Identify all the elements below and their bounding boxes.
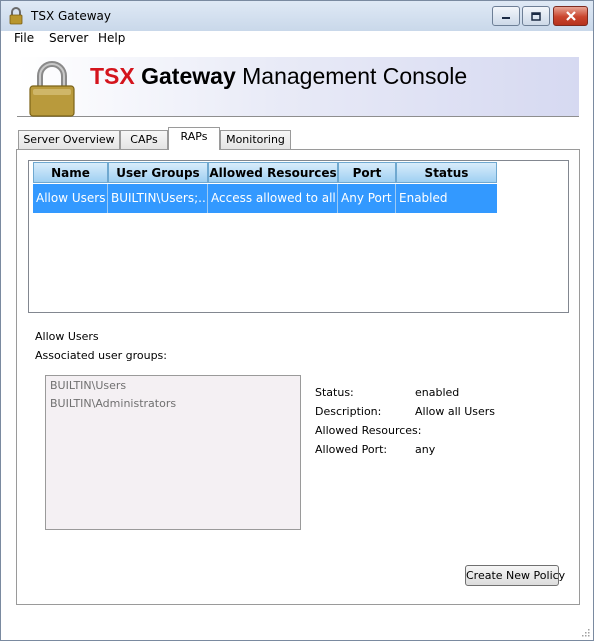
- minimize-icon: [502, 17, 510, 19]
- policy-table[interactable]: Name User Groups Allowed Resources Port …: [28, 160, 569, 313]
- list-item: BUILTIN\Users: [50, 379, 127, 392]
- cell-allowed-resources: Access allowed to all ...: [208, 184, 338, 213]
- raps-panel: Name User Groups Allowed Resources Port …: [16, 149, 580, 605]
- padlock-icon: [9, 7, 23, 25]
- tab-raps[interactable]: RAPs: [168, 127, 220, 150]
- app-window: TSX Gateway File Server Help TSX Gateway…: [0, 0, 594, 641]
- column-header-user-groups[interactable]: User Groups: [108, 162, 208, 183]
- user-groups-list[interactable]: BUILTIN\Users BUILTIN\Administrators: [45, 375, 301, 530]
- status-label: Status:: [315, 386, 354, 399]
- console-title: TSX Gateway Management Console: [90, 63, 467, 90]
- column-header-port[interactable]: Port: [338, 162, 396, 183]
- description-value: Allow all Users: [415, 405, 496, 418]
- maximize-icon: [531, 11, 541, 21]
- cell-status: Enabled: [399, 191, 448, 205]
- header-banner: TSX Gateway Management Console: [17, 57, 579, 117]
- column-header-status[interactable]: Status: [396, 162, 497, 183]
- window-title: TSX Gateway: [31, 9, 111, 23]
- menu-server[interactable]: Server: [49, 31, 88, 45]
- title-tsx: TSX: [90, 63, 135, 89]
- column-header-allowed-resources[interactable]: Allowed Resources: [208, 162, 338, 183]
- menu-help[interactable]: Help: [98, 31, 125, 45]
- title-bar[interactable]: TSX Gateway: [1, 1, 593, 31]
- tab-monitoring[interactable]: Monitoring: [220, 130, 291, 149]
- menu-file[interactable]: File: [14, 31, 34, 45]
- close-button[interactable]: [553, 6, 588, 26]
- resize-grip-icon[interactable]: [580, 627, 590, 637]
- allowed-port-value: any: [415, 443, 436, 456]
- menu-bar: File Server Help: [1, 31, 593, 47]
- cell-user-groups: BUILTIN\Users;...: [108, 184, 208, 213]
- create-new-policy-button[interactable]: Create New Policy: [465, 565, 565, 586]
- tab-caps[interactable]: CAPs: [120, 130, 168, 149]
- groups-label: Associated user groups:: [35, 349, 167, 362]
- description-label: Description:: [315, 405, 382, 418]
- status-value: enabled: [415, 386, 460, 399]
- allowed-port-label: Allowed Port:: [315, 443, 388, 456]
- padlock-logo-icon: [29, 61, 75, 117]
- list-item: BUILTIN\Administrators: [50, 397, 177, 410]
- title-rest: Management Console: [242, 63, 468, 89]
- minimize-button[interactable]: [492, 6, 520, 26]
- close-icon: [565, 11, 576, 21]
- selected-policy-name: Allow Users: [35, 330, 99, 343]
- table-row[interactable]: Allow Users BUILTIN\Users;... Access all…: [33, 184, 497, 213]
- column-header-name[interactable]: Name: [33, 162, 108, 183]
- cell-name: Allow Users: [33, 184, 108, 213]
- maximize-button[interactable]: [522, 6, 550, 26]
- cell-port: Any Port: [338, 184, 396, 213]
- tab-server-overview[interactable]: Server Overview: [18, 130, 120, 149]
- allowed-resources-label: Allowed Resources:: [315, 424, 422, 437]
- title-gateway: Gateway: [141, 63, 236, 89]
